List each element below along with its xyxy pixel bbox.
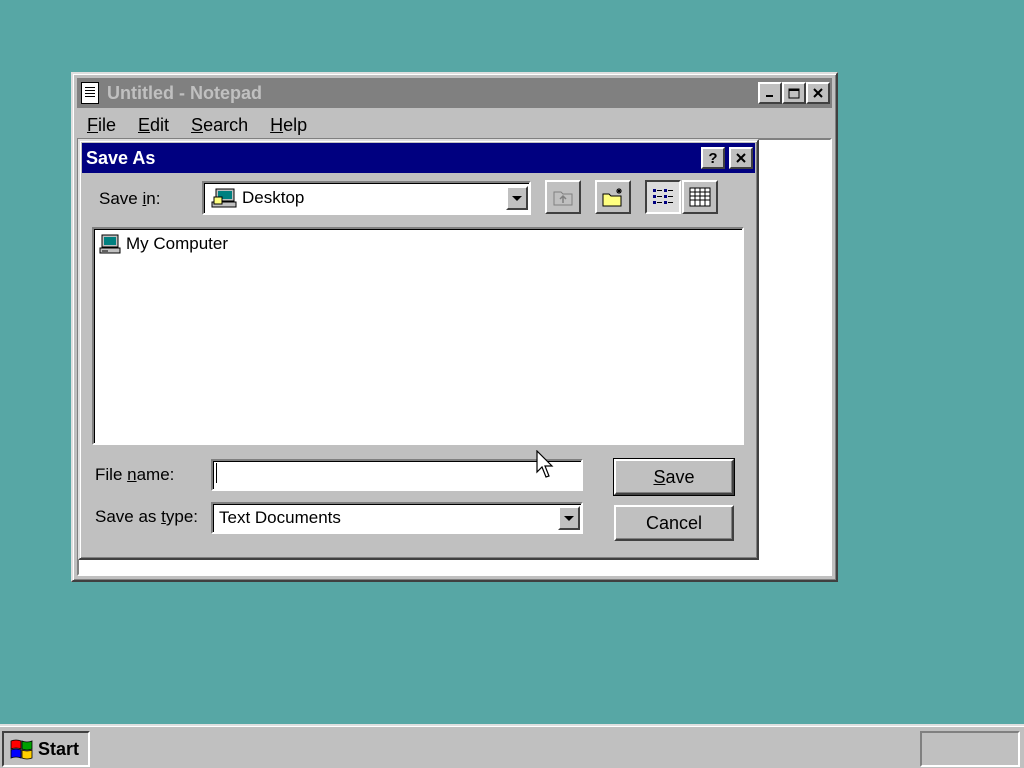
dialog-close-button[interactable] [729,147,753,169]
cancel-button[interactable]: Cancel [614,505,734,541]
maximize-icon [788,88,800,98]
desktop-icon [211,188,237,208]
list-view-button[interactable] [645,180,681,214]
save-in-value: Desktop [242,188,305,207]
save-as-type-dropdown[interactable]: Text Documents [211,502,583,534]
notepad-title-bar[interactable]: Untitled - Notepad [77,78,832,108]
file-name-field[interactable] [211,459,583,491]
save-button[interactable]: Save [613,458,735,496]
notepad-close-button[interactable] [806,82,830,104]
file-list-view[interactable]: My Computer [92,227,744,445]
notepad-title: Untitled - Notepad [107,82,262,103]
create-new-folder-icon [602,188,622,207]
chevron-down-icon [564,515,574,521]
save-as-title-bar[interactable]: Save As ? [82,143,755,173]
save-as-title: Save As [86,147,156,168]
mouse-cursor-icon [536,450,554,478]
taskbar: Start [0,724,1024,768]
create-new-folder-button[interactable] [595,180,631,214]
windows-logo-icon [10,739,33,760]
chevron-down-icon [512,195,522,201]
up-one-level-icon [553,191,573,206]
help-icon: ? [708,149,718,167]
menu-file[interactable]: File [77,112,127,138]
list-item-label: My Computer [126,234,229,253]
maximize-button[interactable] [782,82,806,104]
notepad-icon[interactable] [81,82,99,104]
system-tray[interactable] [920,731,1020,767]
details-view-button[interactable] [682,180,718,214]
list-item[interactable]: My Computer [98,233,228,255]
notepad-menu-bar: File Edit Search Help [77,112,318,138]
save-as-type-label: Save as type: [95,507,199,526]
help-button[interactable]: ? [701,147,725,169]
save-in-label: Save in: [99,189,161,208]
details-view-icon [689,187,711,207]
close-icon [813,87,823,98]
minimize-button[interactable] [758,82,782,104]
up-one-level-button[interactable] [545,180,581,214]
minimize-icon [766,95,773,97]
close-icon [736,152,746,163]
menu-search[interactable]: Search [180,112,259,138]
start-button[interactable]: Start [2,731,90,767]
save-in-dropdown-arrow[interactable] [506,186,528,210]
my-computer-icon [99,234,121,254]
save-as-type-dropdown-arrow[interactable] [558,506,580,530]
save-in-dropdown[interactable]: Desktop [202,181,531,215]
start-label: Start [38,738,80,759]
list-view-icon [653,189,673,204]
save-as-type-value: Text Documents [219,508,341,527]
file-name-field-wrap [211,459,583,491]
menu-help[interactable]: Help [259,112,318,138]
file-name-label: File name: [95,465,175,484]
text-caret [216,463,217,483]
menu-edit[interactable]: Edit [127,112,180,138]
